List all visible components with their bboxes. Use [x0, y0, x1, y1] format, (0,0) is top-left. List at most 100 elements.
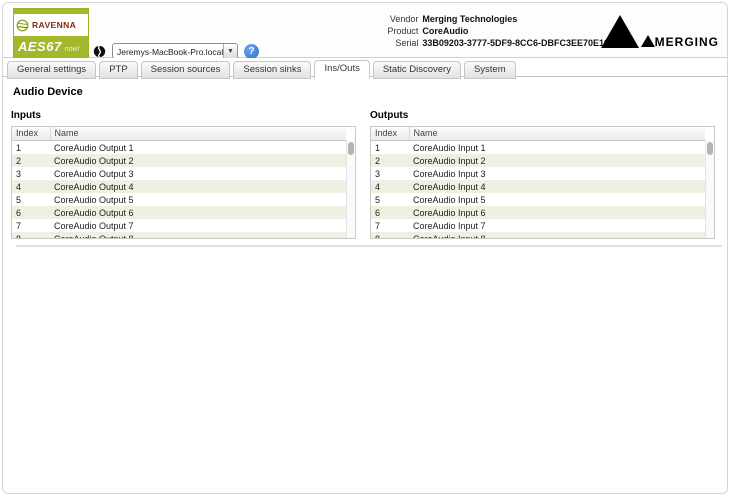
- tab-ptp[interactable]: PTP: [99, 61, 137, 79]
- table-row-1: 1 CoreAudio Output 1: [12, 140, 346, 154]
- merging-wordmark: MERGING: [641, 35, 719, 48]
- ins-outs-panel: Audio Device Inputs Index Name: [3, 86, 727, 247]
- tab-label: PTP: [109, 64, 127, 75]
- table-row-3: 3 CoreAudio Input 3: [371, 167, 705, 180]
- inputs-col-header-name: Name: [50, 127, 346, 140]
- cell-index: 8: [371, 232, 409, 240]
- inputs-scrollbar[interactable]: [346, 140, 355, 238]
- inputs-heading: Inputs: [11, 110, 356, 121]
- cell-name: CoreAudio Output 3: [50, 167, 346, 180]
- cell-name: CoreAudio Output 2: [50, 154, 346, 167]
- tab-label: Ins/Outs: [324, 63, 359, 74]
- merging-logo: MERGING: [601, 15, 719, 48]
- inputs-scrollbar-thumb[interactable]: [348, 142, 354, 155]
- table-row-4: 4 CoreAudio Input 4: [371, 180, 705, 193]
- tab-bar: General settings PTP Session sources Sessio…: [3, 58, 727, 77]
- merging-small-triangle-icon: [641, 35, 655, 47]
- inputs-column: Inputs Index Name 1: [11, 110, 356, 239]
- cell-index: 3: [12, 167, 50, 180]
- globe-icon: [93, 45, 106, 58]
- table-row-8: 8 CoreAudio Input 8: [371, 232, 705, 240]
- cell-name: CoreAudio Output 6: [50, 206, 346, 219]
- tab-label: System: [474, 64, 506, 75]
- device-select[interactable]: Jeremys-MacBook-Pro.local.: [112, 43, 238, 59]
- table-row-5: 5 CoreAudio Output 5: [12, 193, 346, 206]
- cell-index: 4: [12, 180, 50, 193]
- cell-name: CoreAudio Input 8: [409, 232, 705, 240]
- cell-index: 7: [12, 219, 50, 232]
- outputs-table: Index Name 1 CoreAudio Input 1 2 Cor: [370, 126, 715, 239]
- table-row-2: 2 CoreAudio Input 2: [371, 154, 705, 167]
- outputs-scrollbar-thumb[interactable]: [707, 142, 713, 155]
- table-row-1: 1 CoreAudio Input 1: [371, 140, 705, 154]
- logo-mid: RAVENNA: [14, 14, 88, 36]
- merging-triangle-icon: [601, 15, 639, 48]
- cell-index: 6: [12, 206, 50, 219]
- cell-index: 8: [12, 232, 50, 240]
- cell-name: CoreAudio Input 7: [409, 219, 705, 232]
- header: RAVENNA AES67 now! Jeremys-MacBook-Pro.l…: [3, 3, 727, 58]
- inputs-table: Index Name 1 CoreAudio Output 1 2 Co: [11, 126, 356, 239]
- serial-label: Serial: [387, 38, 418, 48]
- cell-index: 3: [371, 167, 409, 180]
- outputs-col-header-index: Index: [371, 127, 409, 140]
- cell-name: CoreAudio Input 5: [409, 193, 705, 206]
- ravenna-swirl-icon: [16, 19, 29, 32]
- now-label: now!: [65, 46, 80, 53]
- cell-name: CoreAudio Input 4: [409, 180, 705, 193]
- table-row-7: 7 CoreAudio Input 7: [371, 219, 705, 232]
- vendor-value: Merging Technologies: [422, 14, 609, 24]
- vendor-info: Vendor Merging Technologies Product Core…: [387, 14, 609, 48]
- product-value: CoreAudio: [422, 26, 609, 36]
- app-window: RAVENNA AES67 now! Jeremys-MacBook-Pro.l…: [2, 2, 728, 494]
- cell-name: CoreAudio Output 7: [50, 219, 346, 232]
- table-row-8: 8 CoreAudio Output 8: [12, 232, 346, 240]
- io-columns: Inputs Index Name 1: [11, 110, 727, 239]
- vendor-label: Vendor: [387, 14, 418, 24]
- outputs-scrollbar[interactable]: [705, 140, 714, 238]
- cell-index: 4: [371, 180, 409, 193]
- tab-ins-outs[interactable]: Ins/Outs: [314, 60, 369, 79]
- tab-system[interactable]: System: [464, 61, 516, 79]
- aes67-label: AES67: [18, 39, 62, 54]
- merging-text: MERGING: [655, 36, 719, 48]
- cell-index: 1: [371, 140, 409, 154]
- ravenna-logo: RAVENNA AES67 now!: [13, 8, 89, 58]
- outputs-column: Outputs Index Name 1: [370, 110, 715, 239]
- outputs-heading: Outputs: [370, 110, 715, 121]
- cell-index: 6: [371, 206, 409, 219]
- logo-bottom: AES67 now!: [14, 36, 88, 57]
- brand-name: RAVENNA: [32, 20, 76, 30]
- cell-index: 5: [371, 193, 409, 206]
- table-row-2: 2 CoreAudio Output 2: [12, 154, 346, 167]
- tab-general-settings[interactable]: General settings: [7, 61, 96, 79]
- tab-label: Session sinks: [243, 64, 301, 75]
- help-icon[interactable]: ?: [244, 44, 259, 59]
- table-row-3: 3 CoreAudio Output 3: [12, 167, 346, 180]
- outputs-col-header-name: Name: [409, 127, 705, 140]
- tab-label: General settings: [17, 64, 86, 75]
- cell-name: CoreAudio Input 6: [409, 206, 705, 219]
- cell-name: CoreAudio Input 1: [409, 140, 705, 154]
- horizontal-divider: [16, 245, 722, 247]
- tab-label: Static Discovery: [383, 64, 451, 75]
- table-row-6: 6 CoreAudio Output 6: [12, 206, 346, 219]
- tab-label: Session sources: [151, 64, 221, 75]
- serial-value: 33B09203-3777-5DF9-8CC6-DBFC3EE70E10: [422, 38, 609, 48]
- cell-name: CoreAudio Output 4: [50, 180, 346, 193]
- page-title: Audio Device: [13, 86, 727, 98]
- cell-name: CoreAudio Output 8: [50, 232, 346, 240]
- cell-index: 7: [371, 219, 409, 232]
- cell-index: 5: [12, 193, 50, 206]
- cell-name: CoreAudio Input 3: [409, 167, 705, 180]
- tab-session-sinks[interactable]: Session sinks: [233, 61, 311, 79]
- table-row-7: 7 CoreAudio Output 7: [12, 219, 346, 232]
- chevron-down-icon[interactable]: [223, 44, 237, 58]
- device-selector-row: Jeremys-MacBook-Pro.local. ?: [93, 43, 259, 59]
- cell-name: CoreAudio Input 2: [409, 154, 705, 167]
- table-row-4: 4 CoreAudio Output 4: [12, 180, 346, 193]
- cell-name: CoreAudio Output 5: [50, 193, 346, 206]
- tab-static-discovery[interactable]: Static Discovery: [373, 61, 461, 79]
- inputs-col-header-index: Index: [12, 127, 50, 140]
- tab-session-sources[interactable]: Session sources: [141, 61, 231, 79]
